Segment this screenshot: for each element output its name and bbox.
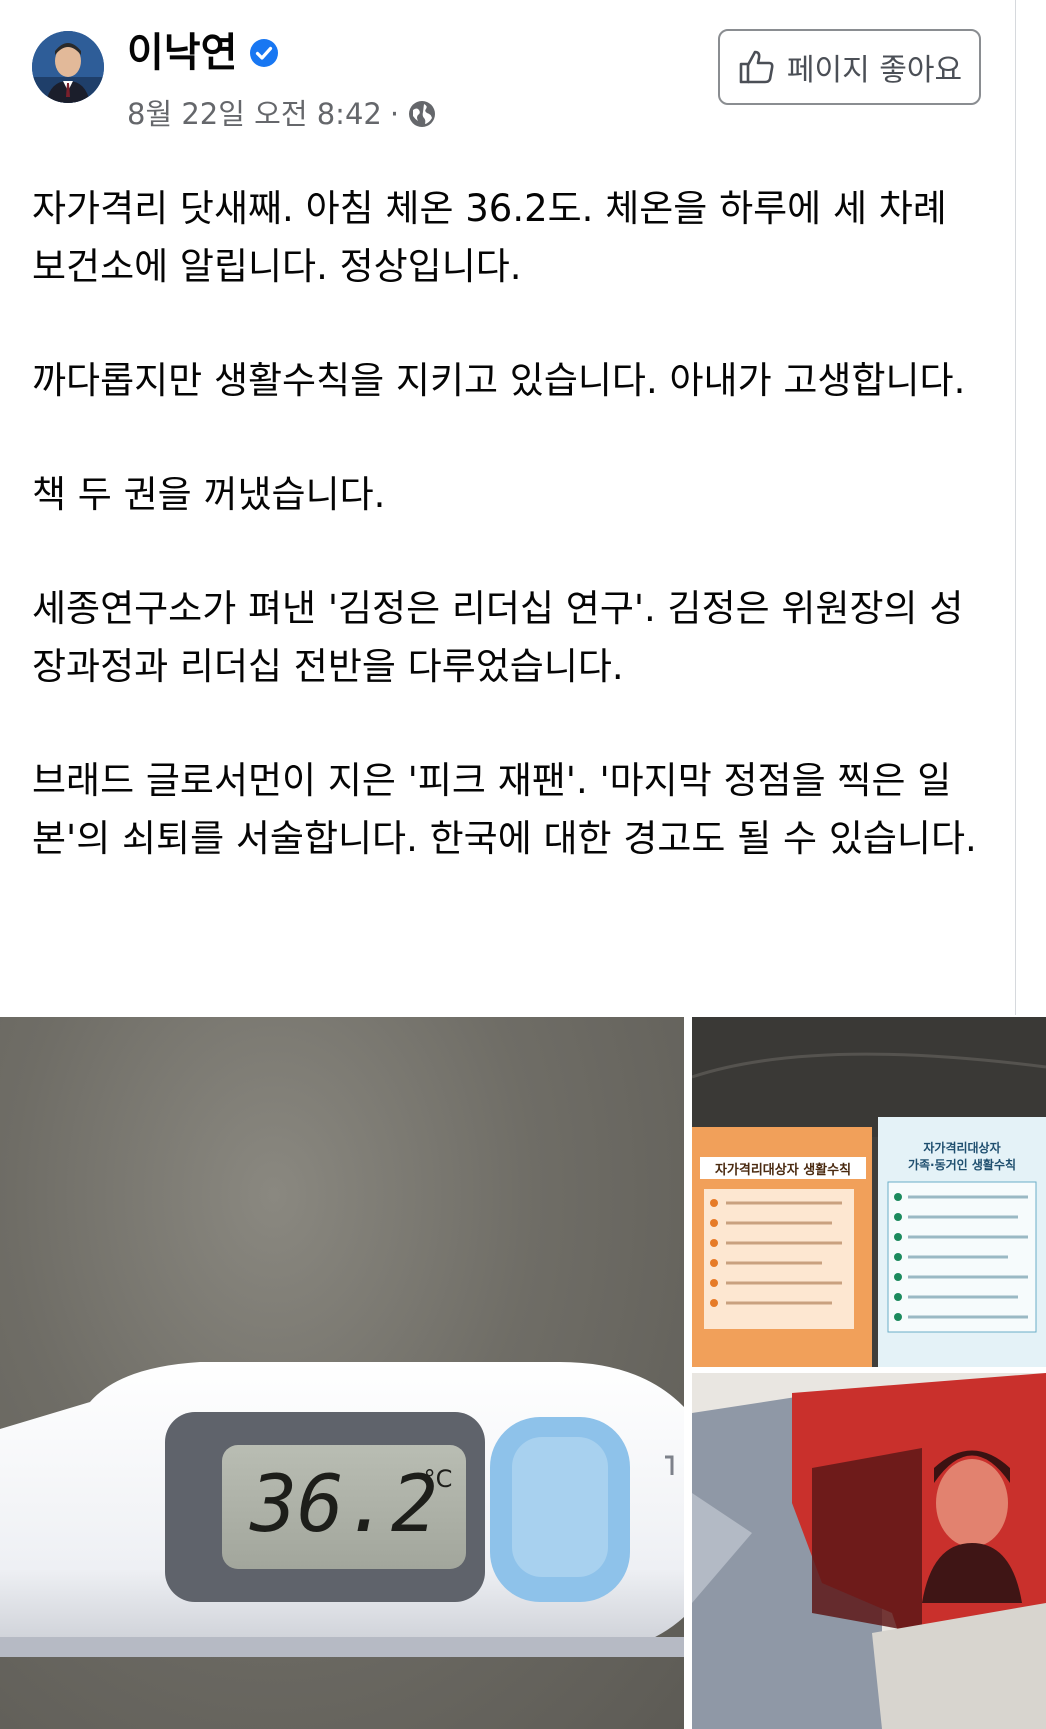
globe-icon[interactable]	[407, 99, 437, 129]
post-meta: 8월 22일 오전 8:42 ·	[127, 94, 437, 134]
leaflet-left-title: 자가격리대상자 생활수칙	[715, 1162, 851, 1178]
thermometer-reading: 36.2	[249, 1460, 438, 1550]
leaflet-right-title-1: 자가격리대상자	[923, 1140, 1000, 1155]
post-paragraph: 브래드 글로서먼이 지은 '피크 재팬'. '마지막 정점을 찍은 일본'의 쇠…	[32, 759, 977, 860]
thermometer-digits: 36.2	[249, 1460, 438, 1550]
post-paragraph: 책 두 권을 꺼냈습니다.	[32, 473, 386, 516]
feed-divider	[1015, 0, 1016, 1015]
photo-book-cover[interactable]	[692, 1373, 1046, 1729]
leaflet-right-title-2: 가족·동거인 생활수칙	[908, 1157, 1016, 1172]
author-avatar[interactable]	[32, 31, 104, 103]
post-paragraph: 까다롭지만 생활수칙을 지키고 있습니다. 아내가 고생합니다.	[32, 359, 966, 402]
photo-thermometer[interactable]: 36.2 °C	[0, 1017, 684, 1729]
post-body: 자가격리 닷새째. 아침 체온 36.2도. 체온을 하루에 세 차례 보건소에…	[32, 180, 992, 924]
verified-badge-icon	[250, 39, 279, 67]
post-paragraph: 세종연구소가 펴낸 '김정은 리더십 연구'. 김정은 위원장의 성장과정과 리…	[32, 587, 964, 688]
author-name-row: 이낙연	[127, 28, 279, 78]
author-name[interactable]: 이낙연	[127, 28, 237, 78]
post-paragraph: 자가격리 닷새째. 아침 체온 36.2도. 체온을 하루에 세 차례 보건소에…	[32, 187, 947, 288]
like-page-button[interactable]: 페이지 좋아요	[718, 29, 981, 105]
thumbs-up-icon	[739, 50, 774, 84]
facebook-post: 이낙연 8월 22일 오전 8:42 · 페이지 좋아요 자가격리 닷새째. 아…	[0, 0, 1046, 1729]
like-page-label: 페이지 좋아요	[786, 53, 963, 88]
post-timestamp[interactable]: 8월 22일 오전 8:42	[127, 94, 382, 134]
thermometer-unit: °C	[424, 1465, 453, 1493]
meta-separator: ·	[389, 97, 400, 131]
photo-leaflets[interactable]: 자가격리대상자 생활수칙 자가격리대상자 가족·동거인 생활수칙	[692, 1017, 1046, 1367]
